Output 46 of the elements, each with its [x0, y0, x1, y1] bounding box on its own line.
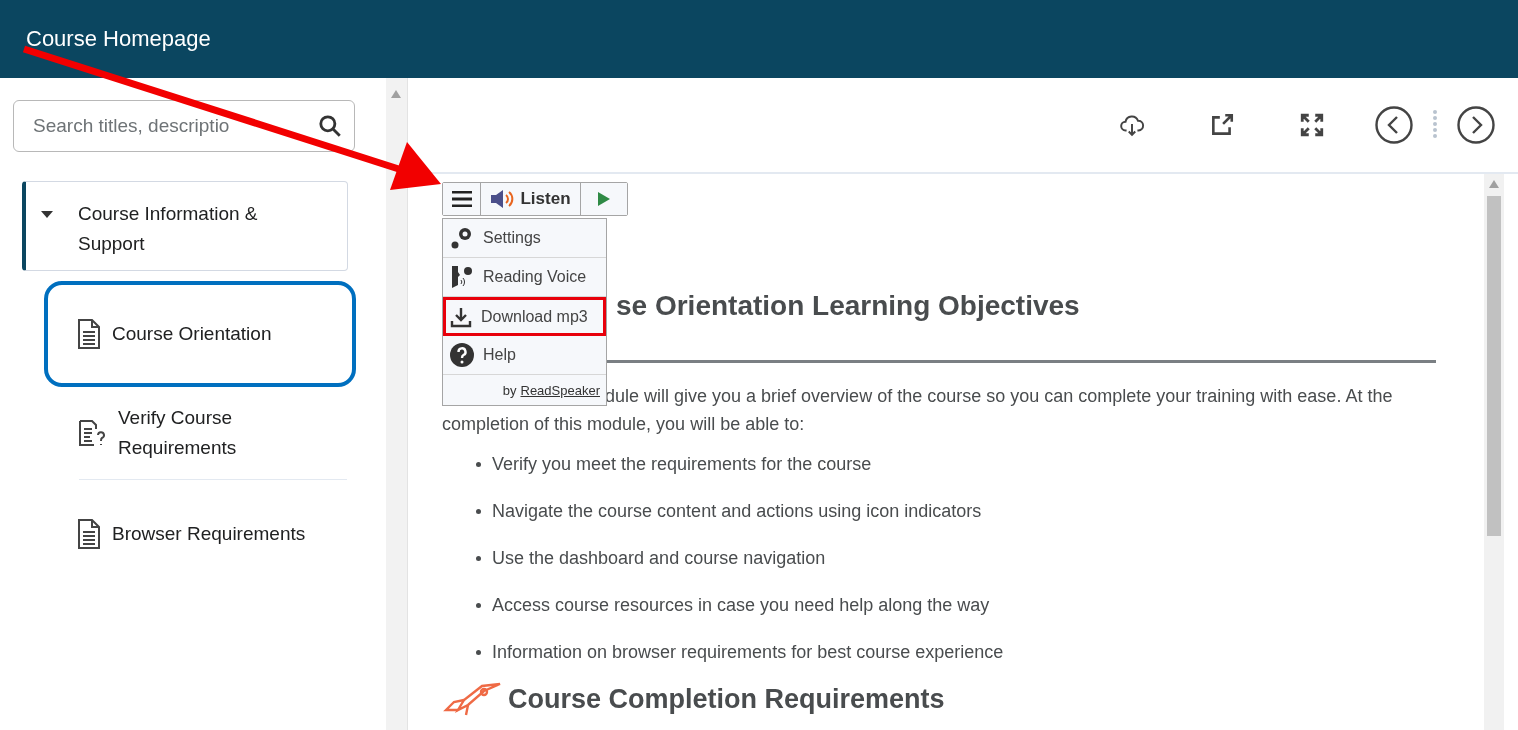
document-icon [76, 318, 102, 350]
speaker-icon [490, 189, 515, 209]
section-heading: se Orientation Learning Objectives [616, 290, 1081, 323]
intro-text: completion of this module, you will be able to: [442, 413, 806, 435]
bullet-icon [476, 508, 481, 514]
intro-text: dule will give you a brief overview of the course so you can complete your training with ease. At the [605, 385, 1394, 407]
bullet-icon [476, 649, 481, 655]
menu-button[interactable] [443, 183, 481, 215]
objective-item: Verify you meet the requirements for the course [492, 453, 872, 475]
bullet-icon [476, 555, 481, 561]
topic-title: Course Orientation [112, 322, 272, 346]
readspeaker-link[interactable]: ReadSpeaker [520, 382, 600, 398]
objective-item: Information on browser requirements for best course experience [492, 641, 1004, 663]
objective-item: Use the dashboard and course navigation [492, 547, 826, 569]
menu-icon [451, 191, 472, 207]
voice-icon [449, 264, 475, 290]
previous-button[interactable] [1374, 105, 1414, 145]
scroll-up-icon [391, 90, 401, 98]
section-heading: Course Completion Requirements [508, 683, 945, 715]
bullet-icon [476, 602, 481, 608]
search-field[interactable]: Search titles, descriptio [13, 100, 355, 152]
divider-dots-icon [1432, 110, 1438, 140]
objective-item: Navigate the course content and actions using icon indicators [492, 500, 982, 522]
module-title: Course Information & Support [78, 202, 259, 256]
credit-text: by [502, 382, 517, 398]
scrollbar[interactable] [386, 78, 408, 730]
bullet-icon [476, 461, 481, 467]
scroll-thumb[interactable] [1487, 196, 1501, 536]
objective-item: Access course resources in case you need help along the way [492, 594, 990, 616]
topic-item[interactable]: Course Orientation [44, 281, 356, 387]
scrollbar[interactable] [1484, 174, 1504, 730]
topic-title: Browser Requirements [112, 522, 306, 546]
topic-title: Verify Course Requirements [118, 406, 238, 460]
document-icon [76, 518, 102, 550]
help-icon [449, 342, 475, 368]
rocket-icon [442, 682, 502, 716]
module-item[interactable]: Course Information & Support [22, 181, 348, 271]
page-title: Course Homepage [26, 26, 211, 52]
play-icon [597, 191, 611, 207]
topic-item[interactable]: Browser Requirements [44, 480, 356, 588]
search-icon[interactable] [317, 113, 343, 139]
topic-item[interactable]: Verify Course Requirements [44, 387, 356, 479]
menu-item[interactable]: Download mp3 [443, 297, 606, 336]
scroll-up-icon [1489, 180, 1499, 188]
checklist-icon [76, 417, 108, 449]
next-button[interactable] [1456, 105, 1496, 145]
